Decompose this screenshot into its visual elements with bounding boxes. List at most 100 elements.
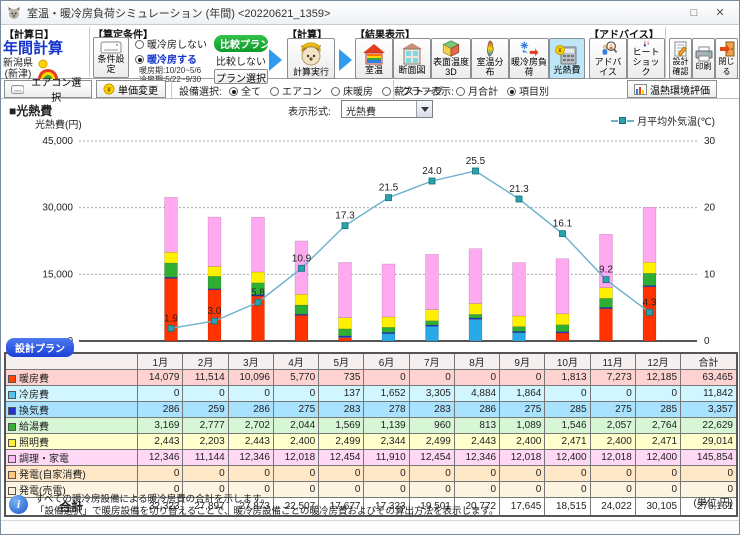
- aircon-select-button[interactable]: エアコン選択: [4, 80, 92, 98]
- chart-area: 光熱費(円) 月平均外気温(℃) 015,00030,00045,0000102…: [1, 113, 740, 349]
- radio-option-no-hvac[interactable]: 暖冷房しない: [135, 36, 207, 51]
- value-cell: 2,471: [545, 434, 590, 450]
- svg-text:¥: ¥: [558, 47, 562, 54]
- room-temp-button[interactable]: 室温: [355, 38, 393, 79]
- aircon-small-icon: [11, 85, 24, 94]
- svg-text:10: 10: [704, 269, 716, 280]
- radio-option-hvac[interactable]: 暖冷房する: [135, 51, 207, 66]
- radio-option-エアコン[interactable]: エアコン: [270, 83, 322, 98]
- table-row-暖房費: 暖房費14,07911,51410,0965,77073500001,8137,…: [5, 370, 737, 386]
- divider: [393, 80, 394, 98]
- hvac-load-icon: [517, 40, 541, 57]
- temp-distribution-button[interactable]: 室温分布: [471, 38, 509, 79]
- row-label: 照明費: [5, 434, 138, 450]
- value-cell: 2,471: [635, 434, 680, 450]
- heat-shock-button[interactable]: ヒートショック: [627, 38, 665, 79]
- value-cell: 7,273: [590, 370, 635, 386]
- graph-radio-group: 月合計項目別: [456, 83, 558, 98]
- svg-text:45,000: 45,000: [42, 136, 73, 147]
- close-button[interactable]: ✕: [707, 4, 733, 22]
- column-header: 2月: [183, 353, 228, 370]
- value-cell: 12,346: [138, 450, 183, 466]
- design-check-icon: [673, 41, 689, 57]
- main-toolbar: 【計算日】 【算定条件】 【計算】 【結果表示】 【アドバイス】 年間計算 新潟…: [1, 25, 739, 79]
- value-cell: 0: [590, 466, 635, 482]
- value-cell: 4,884: [454, 386, 499, 402]
- unit-price-button[interactable]: ¥ 単価変更: [96, 80, 166, 98]
- series-color-swatch: [8, 391, 16, 399]
- value-cell: 1,569: [319, 418, 364, 434]
- value-cell: 286: [228, 402, 273, 418]
- maximize-button[interactable]: □: [681, 4, 707, 22]
- thermal-eval-button[interactable]: 温熱環境評価: [627, 80, 717, 98]
- column-header: 1月: [138, 353, 183, 370]
- flow-arrow-icon: [269, 49, 282, 71]
- room-temp-icon: [362, 43, 386, 65]
- column-header: 9月: [500, 353, 545, 370]
- value-cell: 285: [545, 402, 590, 418]
- row-label: 調理・家電: [5, 450, 138, 466]
- column-header: 6月: [364, 353, 409, 370]
- value-cell: 286: [454, 402, 499, 418]
- value-cell: 137: [319, 386, 364, 402]
- value-cell: 2,443: [138, 434, 183, 450]
- calc-mode-title: 年間計算: [3, 37, 87, 58]
- series-color-swatch: [8, 455, 16, 463]
- run-calculation-button[interactable]: 計算実行: [287, 38, 335, 79]
- value-cell: 0: [273, 466, 318, 482]
- value-cell: 2,400: [500, 434, 545, 450]
- svg-text:20: 20: [704, 203, 716, 214]
- hvac-load-button[interactable]: 暖冷房負荷: [509, 38, 549, 79]
- utility-cost-button[interactable]: ¥ 光熱費: [549, 38, 585, 79]
- value-cell: 259: [183, 402, 228, 418]
- value-cell: 960: [409, 418, 454, 434]
- series-color-swatch: [8, 439, 16, 447]
- value-cell: 0: [183, 466, 228, 482]
- svg-text:0: 0: [704, 336, 710, 347]
- flow-arrow-icon: [339, 49, 352, 71]
- value-cell: 0: [545, 386, 590, 402]
- value-cell: 0: [228, 386, 273, 402]
- design-check-button[interactable]: 設計確認: [669, 38, 692, 79]
- radio-option-床暖房[interactable]: 床暖房: [331, 83, 373, 98]
- value-cell: 12,018: [590, 450, 635, 466]
- value-cell: 10,096: [228, 370, 273, 386]
- radio-option-項目別[interactable]: 項目別: [507, 83, 549, 98]
- design-plan-badge: 設計プラン: [6, 338, 74, 357]
- radio-option-全て[interactable]: 全て: [229, 83, 261, 98]
- value-cell: 0: [590, 386, 635, 402]
- svg-text:1.9: 1.9: [164, 313, 178, 324]
- value-cell: 1,652: [364, 386, 409, 402]
- value-cell: 0: [138, 466, 183, 482]
- cross-section-icon: [400, 43, 424, 65]
- close-window-button[interactable]: 閉じる: [715, 38, 738, 79]
- hvac-radio-group: 暖冷房しない 暖冷房する 暖房期:10/20~5/6 冷房期:5/22~9/30: [135, 36, 207, 84]
- value-cell: 0: [409, 370, 454, 386]
- value-cell: 2,702: [228, 418, 273, 434]
- condition-settings-button[interactable]: 条件設定: [93, 37, 129, 78]
- coin-icon: ¥: [103, 83, 115, 95]
- value-cell: 3,357: [681, 402, 737, 418]
- svg-text:4.3: 4.3: [643, 297, 657, 308]
- value-cell: 0: [681, 466, 737, 482]
- value-cell: 275: [500, 402, 545, 418]
- print-button[interactable]: 印刷: [692, 38, 715, 79]
- value-cell: 0: [500, 466, 545, 482]
- thermal-eval-icon: [634, 84, 647, 95]
- series-color-swatch: [8, 407, 16, 415]
- advice-button[interactable]: アドバイス: [589, 38, 627, 79]
- surface-temp-3d-button[interactable]: 表面温度3D: [431, 38, 471, 79]
- cross-section-button[interactable]: 断面図: [393, 38, 431, 79]
- row-label: 冷房費: [5, 386, 138, 402]
- column-header: 11月: [590, 353, 635, 370]
- value-cell: 12,454: [409, 450, 454, 466]
- value-cell: 1,546: [545, 418, 590, 434]
- results-button-group: 室温 断面図 表面温度3D: [355, 38, 585, 79]
- radio-option-月合計[interactable]: 月合計: [456, 83, 498, 98]
- value-cell: 0: [454, 466, 499, 482]
- value-cell: 2,443: [454, 434, 499, 450]
- value-cell: 0: [454, 370, 499, 386]
- graph-display-label: グラフ表示:: [401, 83, 454, 98]
- value-cell: 11,514: [183, 370, 228, 386]
- compare-plan-badge: 比較プラン: [214, 35, 268, 52]
